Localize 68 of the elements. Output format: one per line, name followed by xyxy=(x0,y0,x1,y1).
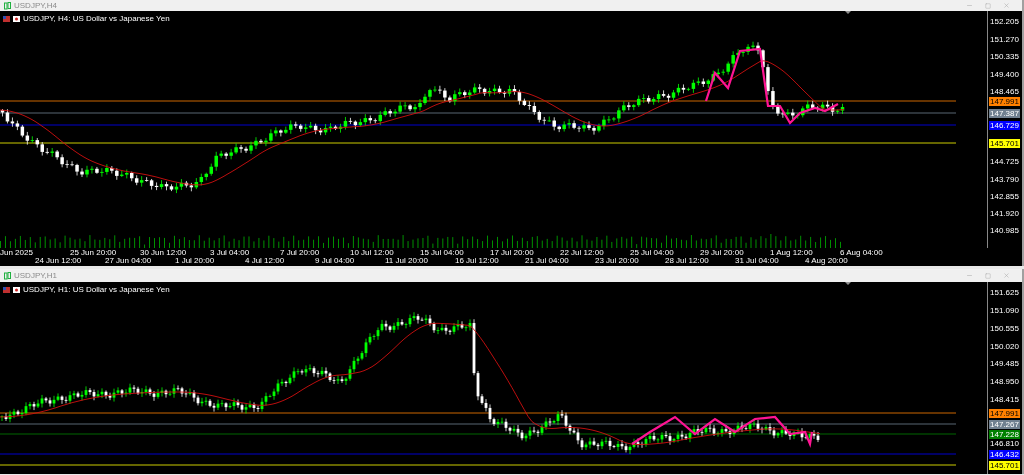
price-tag: 147.228 xyxy=(989,429,1020,439)
time-axis-label: 23 Jul 20:00 xyxy=(595,257,639,265)
time-axis-label: 4 Jul 12:00 xyxy=(245,257,285,265)
price-axis-label: 149.485 xyxy=(990,360,1019,368)
price-axis-label: 148.465 xyxy=(990,88,1019,96)
chart-header: USDJPY, H1: US Dollar vs Japanese Yen xyxy=(23,286,170,294)
time-axis-label: 6 Aug 04:00 xyxy=(840,249,883,257)
time-axis-label: 21 Jul 04:00 xyxy=(525,257,569,265)
chart-header: USDJPY, H4: US Dollar vs Japanese Yen xyxy=(23,15,170,23)
price-tag: 147.267 xyxy=(989,419,1020,429)
time-axis-label: 25 Jul 04:00 xyxy=(630,249,674,257)
time-axis-label: 4 Aug 20:00 xyxy=(805,257,848,265)
chart-window-icon xyxy=(4,271,11,280)
price-tag: 145.701 xyxy=(989,138,1020,148)
time-axis-label: Jun 2025 xyxy=(0,249,33,257)
time-axis-label: 17 Jul 20:00 xyxy=(490,249,534,257)
time-axis-label: 24 Jun 12:00 xyxy=(35,257,82,265)
price-tag: 146.432 xyxy=(989,449,1020,459)
time-axis-label: 10 Jul 12:00 xyxy=(350,249,394,257)
time-axis-label: 30 Jun 12:00 xyxy=(140,249,187,257)
time-axis-label: 1 Jul 20:00 xyxy=(175,257,215,265)
time-axis-label: 1 Aug 12:00 xyxy=(770,249,813,257)
window-title: USDJPY,H1 xyxy=(14,271,57,280)
time-axis-label: 29 Jul 20:00 xyxy=(700,249,744,257)
time-axis-label: 31 Jul 04:00 xyxy=(735,257,779,265)
close-icon[interactable] xyxy=(1003,2,1010,9)
flag-icon xyxy=(3,16,10,22)
minimize-icon[interactable] xyxy=(966,2,973,9)
flag-icon xyxy=(3,287,10,293)
time-axis-label: 3 Jul 04:00 xyxy=(210,249,250,257)
price-axis-label: 142.855 xyxy=(990,193,1019,201)
price-axis-label: 148.950 xyxy=(990,378,1019,386)
price-axis-label: 148.415 xyxy=(990,396,1019,404)
time-axis-label: 15 Jul 04:00 xyxy=(420,249,464,257)
flag-icon xyxy=(13,16,20,22)
window-title: USDJPY,H4 xyxy=(14,1,57,10)
price-axis-label: 152.205 xyxy=(990,18,1019,26)
price-axis-label: 149.400 xyxy=(990,71,1019,79)
chart-window-icon xyxy=(4,1,11,10)
price-tag: 146.729 xyxy=(989,120,1020,130)
time-axis-label: 16 Jul 12:00 xyxy=(455,257,499,265)
price-axis-label: 150.555 xyxy=(990,325,1019,333)
time-axis-label: 22 Jul 12:00 xyxy=(560,249,604,257)
time-axis-label: 25 Jun 20:00 xyxy=(70,249,117,257)
price-axis-label: 141.920 xyxy=(990,210,1019,218)
price-axis-label: 151.625 xyxy=(990,289,1019,297)
price-axis-label: 150.335 xyxy=(990,53,1019,61)
time-axis-label: 11 Jul 20:00 xyxy=(385,257,428,265)
price-tag: 147.387 xyxy=(989,108,1020,118)
price-axis-label: 146.810 xyxy=(990,440,1019,448)
time-axis-label: 9 Jul 04:00 xyxy=(315,257,355,265)
time-axis-label: 28 Jul 12:00 xyxy=(665,257,709,265)
price-axis-label: 151.270 xyxy=(990,36,1019,44)
minimize-icon[interactable] xyxy=(966,272,973,279)
price-tag: 147.991 xyxy=(989,96,1020,106)
price-axis-label: 144.725 xyxy=(990,158,1019,166)
maximize-icon[interactable] xyxy=(985,272,991,279)
price-axis-label: 150.020 xyxy=(990,343,1019,351)
price-axis-label: 140.985 xyxy=(990,227,1019,235)
flag-icon xyxy=(13,287,20,293)
price-tag: 145.701 xyxy=(989,460,1020,470)
price-axis-label: 151.090 xyxy=(990,307,1019,315)
maximize-icon[interactable] xyxy=(985,2,991,9)
price-tag: 147.991 xyxy=(989,408,1020,418)
price-axis-label: 143.790 xyxy=(990,176,1019,184)
close-icon[interactable] xyxy=(1003,272,1010,279)
time-axis-label: 7 Jul 20:00 xyxy=(280,249,320,257)
time-axis-label: 27 Jun 04:00 xyxy=(105,257,152,265)
